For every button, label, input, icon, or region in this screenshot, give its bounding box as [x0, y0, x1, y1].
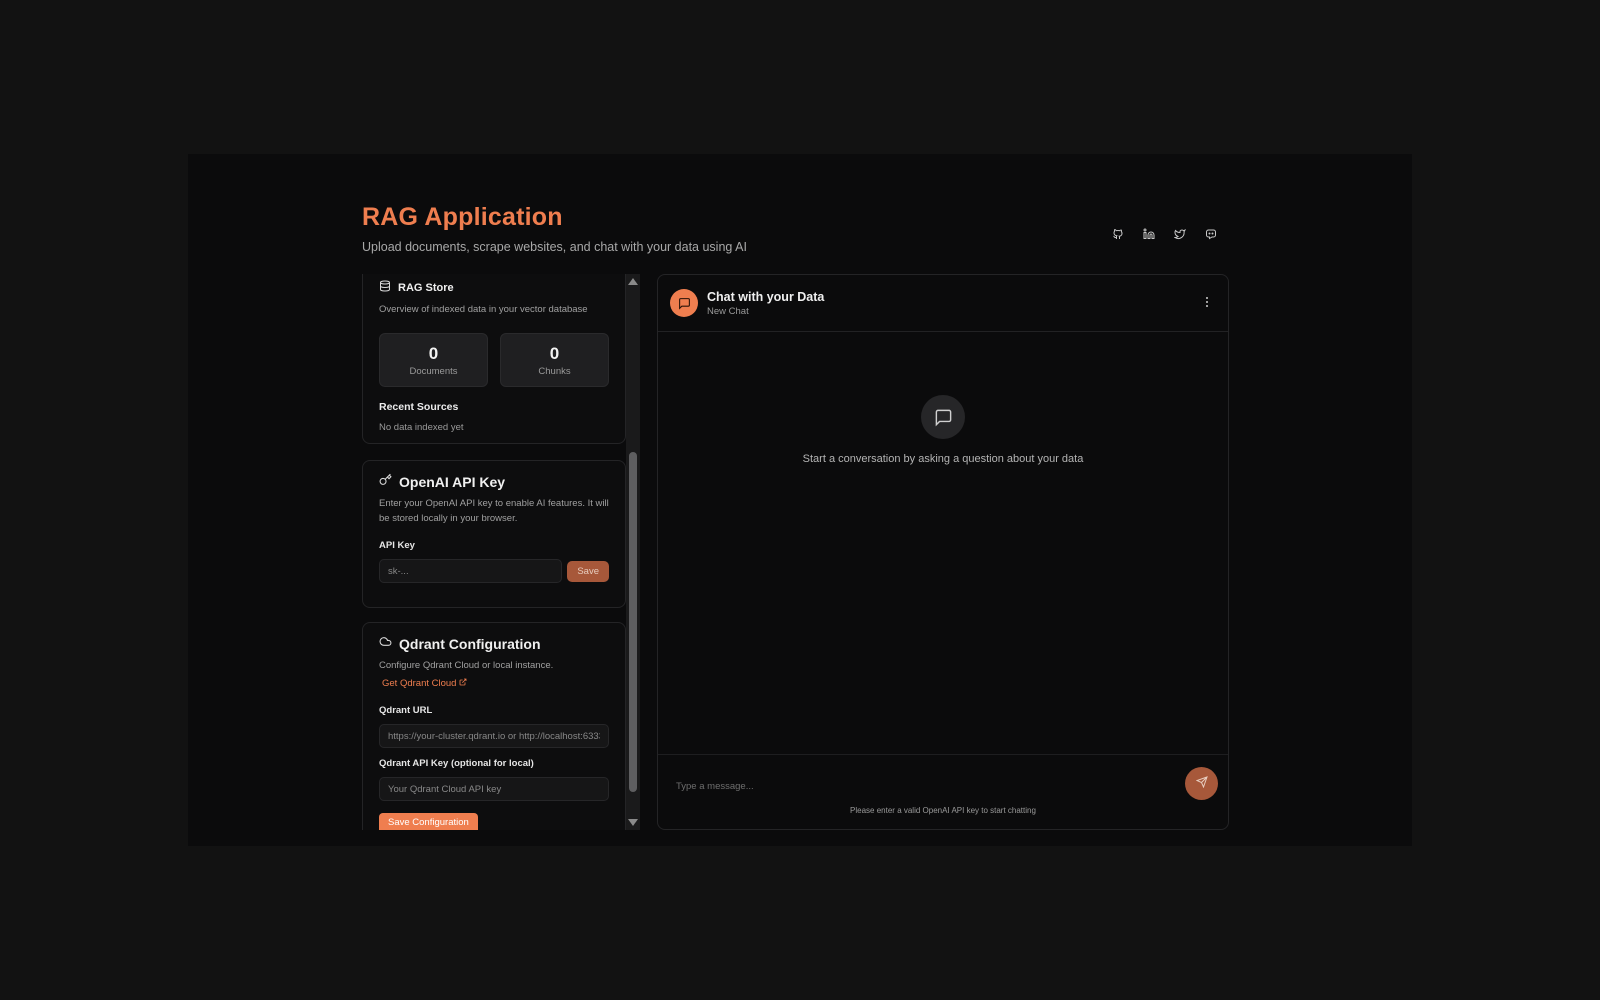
- qdrant-api-key-label: Qdrant API Key (optional for local): [379, 758, 534, 769]
- rag-store-description: Overview of indexed data in your vector …: [379, 304, 588, 315]
- qdrant-config-card: Qdrant Configuration Configure Qdrant Cl…: [362, 622, 626, 830]
- chat-header: Chat with your Data New Chat: [658, 275, 1228, 332]
- api-key-label: API Key: [379, 540, 415, 551]
- external-link-icon: [459, 678, 467, 689]
- chat-title: Chat with your Data: [707, 289, 825, 304]
- chat-panel: Chat with your Data New Chat Start a con…: [657, 274, 1229, 830]
- chunks-stat: 0 Chunks: [500, 333, 609, 387]
- empty-state-text: Start a conversation by asking a questio…: [802, 453, 1084, 465]
- chat-subtitle: New Chat: [707, 305, 749, 317]
- linkedin-icon[interactable]: [1133, 225, 1164, 243]
- send-button[interactable]: [1185, 767, 1218, 800]
- documents-label: Documents: [409, 365, 458, 377]
- twitter-icon[interactable]: [1164, 225, 1195, 243]
- database-icon: [379, 279, 391, 297]
- social-links: [1102, 225, 1226, 243]
- qdrant-title: Qdrant Configuration: [399, 636, 541, 652]
- sidebar-scrollbar[interactable]: [626, 274, 640, 830]
- openai-title: OpenAI API Key: [399, 474, 506, 490]
- page-title: RAG Application: [362, 203, 563, 231]
- scroll-up-arrow-icon[interactable]: [628, 278, 638, 285]
- chunks-label: Chunks: [538, 365, 571, 377]
- rag-store-card: RAG Store Overview of indexed data in yo…: [362, 274, 626, 444]
- chunks-count: 0: [549, 343, 560, 363]
- openai-description: Enter your OpenAI API key to enable AI f…: [379, 498, 609, 524]
- message-input[interactable]: [668, 773, 1184, 799]
- chat-composer: Please enter a valid OpenAI API key to s…: [658, 754, 1228, 829]
- scroll-down-arrow-icon[interactable]: [628, 819, 638, 826]
- openai-key-card: OpenAI API Key Enter your OpenAI API key…: [362, 460, 626, 608]
- save-configuration-button[interactable]: Save Configuration: [379, 813, 478, 830]
- documents-stat: 0 Documents: [379, 333, 488, 387]
- rag-store-title: RAG Store: [398, 282, 454, 294]
- qdrant-url-label: Qdrant URL: [379, 705, 433, 716]
- chat-empty-state: Start a conversation by asking a questio…: [658, 395, 1228, 465]
- message-square-icon: [921, 395, 965, 439]
- more-options-icon[interactable]: [1204, 297, 1210, 309]
- discord-icon[interactable]: [1195, 225, 1226, 243]
- chat-bubble-icon: [670, 289, 698, 317]
- documents-count: 0: [428, 343, 439, 363]
- recent-sources-heading: Recent Sources: [379, 401, 459, 413]
- qdrant-api-key-input[interactable]: [379, 777, 609, 801]
- save-api-key-button[interactable]: Save: [567, 560, 609, 582]
- qdrant-url-input[interactable]: [379, 724, 609, 748]
- get-qdrant-cloud-link[interactable]: Get Qdrant Cloud: [382, 678, 467, 689]
- page-subtitle: Upload documents, scrape websites, and c…: [362, 240, 747, 254]
- page-header: RAG Application Upload documents, scrape…: [362, 203, 1226, 259]
- github-icon[interactable]: [1102, 225, 1133, 243]
- sidebar-panel[interactable]: RAG Store Overview of indexed data in yo…: [362, 274, 626, 830]
- recent-sources-empty: No data indexed yet: [379, 422, 464, 433]
- cloud-icon: [379, 635, 392, 653]
- get-qdrant-cloud-label: Get Qdrant Cloud: [382, 678, 457, 689]
- send-icon: [1195, 776, 1208, 791]
- key-icon: [379, 473, 392, 491]
- scrollbar-thumb[interactable]: [629, 452, 637, 792]
- api-key-input[interactable]: [379, 559, 563, 583]
- stats-row: 0 Documents 0 Chunks: [379, 333, 609, 387]
- api-key-warning: Please enter a valid OpenAI API key to s…: [850, 806, 1036, 815]
- qdrant-description: Configure Qdrant Cloud or local instance…: [379, 660, 554, 671]
